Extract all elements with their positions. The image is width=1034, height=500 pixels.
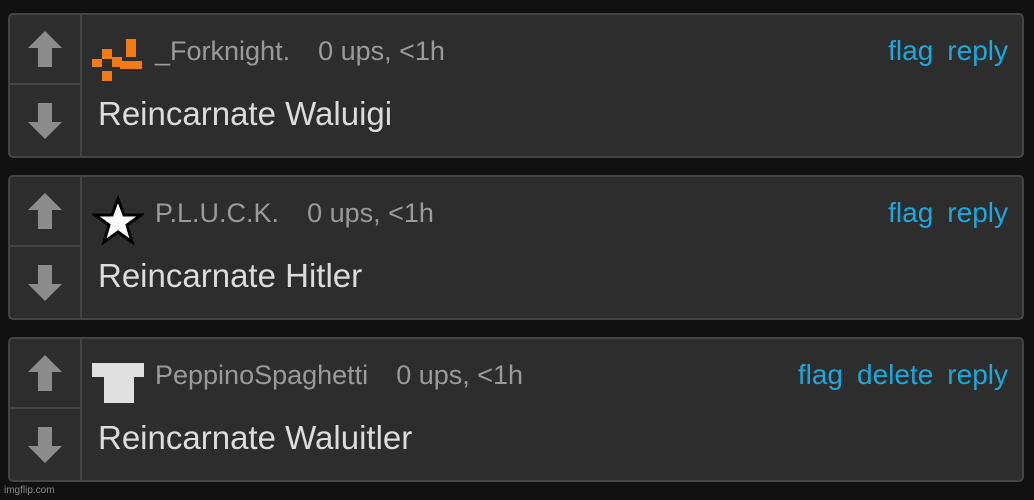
upvote-button[interactable]	[10, 339, 80, 409]
comment-meta: P.L.U.C.K. 0 ups, <1h	[155, 195, 434, 231]
comment-card: _Forknight. 0 ups, <1h flag reply Reinca…	[8, 13, 1024, 158]
vote-column	[10, 177, 82, 318]
imgflip-watermark: imgflip.com	[4, 485, 55, 496]
downvote-button[interactable]	[10, 86, 80, 156]
arrow-down-icon	[28, 103, 62, 139]
reply-link[interactable]: reply	[947, 35, 1008, 67]
comment-text: Reincarnate Waluigi	[98, 95, 393, 132]
flag-link[interactable]: flag	[888, 35, 933, 67]
username-link[interactable]: PeppinoSpaghetti	[155, 360, 368, 391]
reply-link[interactable]: reply	[947, 359, 1008, 391]
shirt-avatar-icon[interactable]	[92, 357, 144, 409]
username-link[interactable]: _Forknight.	[155, 36, 290, 67]
comment-stats: 0 ups, <1h	[396, 359, 524, 390]
upvote-button[interactable]	[10, 15, 80, 85]
orange-pixel-avatar-icon[interactable]	[92, 33, 144, 85]
comment-actions: flag delete reply	[784, 357, 1008, 393]
comment-actions: flag reply	[874, 195, 1008, 231]
arrow-down-icon	[28, 265, 62, 301]
flag-link[interactable]: flag	[888, 197, 933, 229]
arrow-up-icon	[28, 31, 62, 67]
upvote-button[interactable]	[10, 177, 80, 247]
reply-link[interactable]: reply	[947, 197, 1008, 229]
comment-card: P.L.U.C.K. 0 ups, <1h flag reply Reincar…	[8, 175, 1024, 320]
comment-text: Reincarnate Waluitler	[98, 419, 413, 456]
delete-link[interactable]: delete	[857, 359, 933, 391]
comments-page: _Forknight. 0 ups, <1h flag reply Reinca…	[0, 0, 1034, 500]
downvote-button[interactable]	[10, 248, 80, 318]
comment-meta: PeppinoSpaghetti 0 ups, <1h	[155, 357, 523, 393]
username-link[interactable]: P.L.U.C.K.	[155, 198, 279, 229]
arrow-up-icon	[28, 355, 62, 391]
flag-link[interactable]: flag	[798, 359, 843, 391]
comment-stats: 0 ups, <1h	[318, 35, 445, 66]
arrow-down-icon	[28, 427, 62, 463]
comment-meta: _Forknight. 0 ups, <1h	[155, 33, 445, 69]
arrow-up-icon	[28, 193, 62, 229]
vote-column	[10, 15, 82, 156]
comment-card: PeppinoSpaghetti 0 ups, <1h flag delete …	[8, 337, 1024, 482]
downvote-button[interactable]	[10, 410, 80, 480]
comment-text: Reincarnate Hitler	[98, 257, 363, 294]
star-avatar-icon[interactable]	[90, 194, 146, 247]
comment-stats: 0 ups, <1h	[307, 197, 434, 228]
vote-column	[10, 339, 82, 480]
comment-actions: flag reply	[874, 33, 1008, 69]
